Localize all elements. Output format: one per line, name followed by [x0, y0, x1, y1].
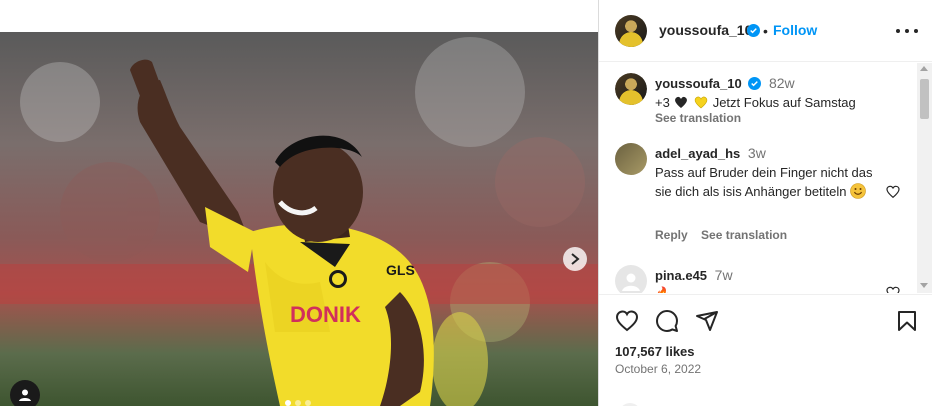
user-tag-button[interactable] — [10, 380, 40, 406]
share-icon[interactable] — [695, 309, 719, 333]
scroll-down-arrow[interactable] — [920, 283, 928, 288]
caption-text-prefix: +3 — [655, 95, 670, 110]
scroll-thumb[interactable] — [920, 79, 929, 119]
photo-top-strip — [0, 0, 598, 32]
post-photo[interactable]: DONIK GLS — [0, 32, 598, 406]
separator-dot: • — [763, 23, 768, 39]
caption-avatar[interactable] — [615, 73, 647, 105]
comment-time: 3w — [747, 145, 766, 161]
svg-text:GLS: GLS — [386, 262, 415, 278]
scroll-up-arrow[interactable] — [920, 66, 928, 71]
carousel-next-button[interactable] — [563, 247, 587, 271]
chevron-right-icon — [571, 253, 580, 265]
likes-count[interactable]: 107,567 likes — [615, 344, 695, 359]
comment-time: 7w — [714, 267, 733, 283]
player-illustration: DONIK GLS — [0, 37, 598, 406]
post-header: youssoufa_10 • Follow — [599, 0, 932, 62]
default-avatar-icon — [622, 273, 640, 291]
post-actions: 107,567 likes October 6, 2022 — [599, 294, 932, 406]
comment-username[interactable]: adel_ayad_hs — [655, 146, 740, 161]
comment-icon[interactable] — [655, 309, 679, 333]
author-avatar[interactable] — [615, 15, 647, 47]
carousel-dot-active — [285, 400, 291, 406]
comment-see-translation[interactable]: See translation — [701, 228, 787, 242]
comment-username[interactable]: pina.e45 — [655, 268, 707, 283]
comment-text: Pass auf Bruder dein Finger nicht das si… — [655, 163, 885, 201]
user-tag-icon — [19, 389, 31, 401]
caption-text: +3 Jetzt Fokus auf Samstag — [655, 93, 885, 112]
more-options-icon[interactable] — [896, 22, 918, 40]
post-date[interactable]: October 6, 2022 — [615, 362, 701, 376]
caption-time: 82w — [768, 75, 795, 91]
bookmark-icon[interactable] — [895, 309, 919, 333]
comment-avatar[interactable] — [615, 265, 647, 293]
comment-header: pina.e45 7w — [655, 266, 885, 285]
caption-text-suffix: Jetzt Fokus auf Samstag — [712, 95, 856, 110]
comments-scrollbar[interactable] — [917, 63, 932, 293]
svg-text:DONIK: DONIK — [290, 302, 361, 327]
black-heart-icon — [675, 96, 688, 108]
comment-header: adel_ayad_hs 3w — [655, 144, 885, 163]
caption-see-translation[interactable]: See translation — [655, 111, 741, 125]
caption-username[interactable]: youssoufa_10 — [655, 76, 742, 91]
verified-badge-icon — [748, 77, 762, 90]
caption-meta: See translation — [655, 111, 751, 125]
carousel-dot — [295, 400, 301, 406]
follow-button[interactable]: Follow — [773, 22, 817, 38]
comment-body: Pass auf Bruder dein Finger nicht das si… — [655, 165, 873, 199]
comment-like-icon[interactable] — [885, 285, 901, 293]
carousel-dot — [305, 400, 311, 406]
author-username[interactable]: youssoufa_10 — [659, 22, 752, 38]
comment-avatar[interactable] — [615, 143, 647, 175]
comment-body: 🔥 — [655, 286, 671, 293]
post-side-panel: youssoufa_10 • Follow youssoufa_10 82w +… — [599, 0, 932, 406]
heart-icon[interactable] — [615, 309, 639, 333]
verified-badge-icon — [747, 24, 760, 37]
smile-emoji-icon — [850, 183, 866, 199]
comment-meta: Reply See translation — [655, 228, 797, 242]
comment-text: 🔥 — [655, 284, 885, 293]
yellow-heart-icon — [694, 96, 708, 109]
caption-header: youssoufa_10 82w — [655, 74, 885, 93]
carousel-dots — [285, 400, 311, 406]
reply-button[interactable]: Reply — [655, 228, 688, 242]
comments-list[interactable]: youssoufa_10 82w +3 Jetzt Fokus auf Sams… — [599, 63, 932, 293]
comment-like-icon[interactable] — [885, 184, 901, 200]
